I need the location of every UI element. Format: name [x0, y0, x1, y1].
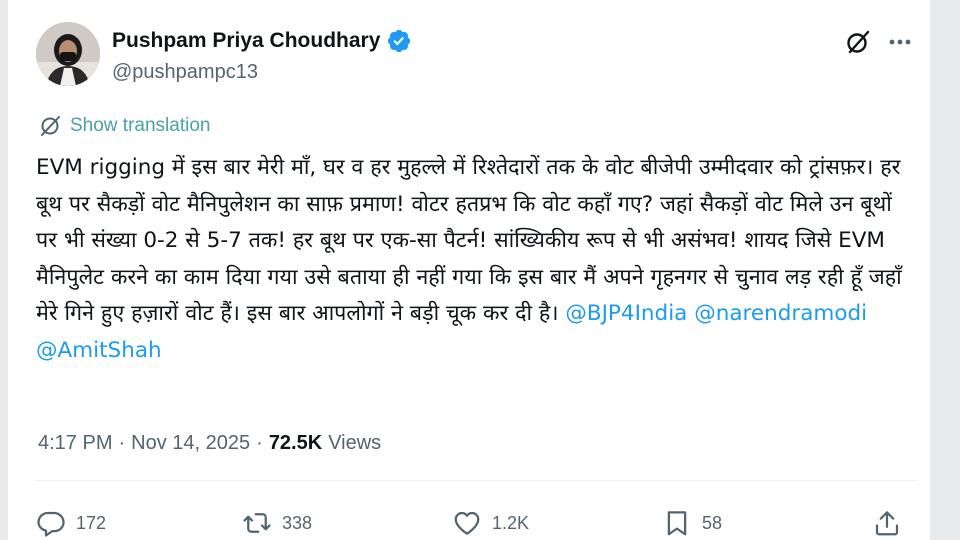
- tweet-text: EVM rigging में इस बार मेरी माँ, घर व हर…: [36, 150, 916, 370]
- repost-button[interactable]: 338: [242, 508, 312, 538]
- divider: [36, 480, 916, 481]
- tweet-date[interactable]: Nov 14, 2025: [131, 432, 250, 455]
- reply-count: 172: [76, 512, 107, 533]
- mention-amitshah[interactable]: @AmitShah: [36, 338, 162, 363]
- author-name[interactable]: Pushpam Priya Choudhary: [112, 29, 380, 53]
- mention-narendramodi[interactable]: @narendramodi: [694, 301, 867, 326]
- bookmark-count: 58: [702, 512, 723, 533]
- tweet-time[interactable]: 4:17 PM: [38, 432, 112, 455]
- avatar[interactable]: [36, 22, 100, 86]
- like-button[interactable]: 1.2K: [452, 508, 529, 538]
- reply-button[interactable]: 172: [36, 508, 106, 538]
- like-icon: [454, 511, 480, 535]
- more-icon[interactable]: [886, 28, 914, 56]
- share-button[interactable]: [872, 508, 902, 538]
- action-bar: 172 338 1.2K 58: [8, 500, 930, 540]
- bookmark-button[interactable]: 58: [662, 508, 722, 538]
- show-translation-link[interactable]: Show translation: [38, 114, 210, 138]
- verified-badge-icon: [388, 29, 411, 53]
- views-label: Views: [328, 432, 382, 454]
- meta-separator-2: ·: [256, 432, 263, 454]
- share-icon: [875, 511, 899, 536]
- author-row: Pushpam Priya Choudhary: [112, 28, 412, 54]
- repost-count: 338: [282, 512, 313, 533]
- show-translation-label: Show translation: [70, 115, 211, 136]
- tweet-card: Pushpam Priya Choudhary @pushpampc13 Sho…: [8, 0, 930, 540]
- reply-icon: [37, 511, 65, 537]
- like-count: 1.2K: [492, 512, 530, 533]
- grok-icon[interactable]: [844, 28, 872, 56]
- repost-icon: [243, 513, 271, 533]
- bookmark-icon: [667, 511, 687, 536]
- views-count: 72.5K: [268, 432, 323, 454]
- mention-bjp4india[interactable]: @BJP4India: [565, 301, 687, 326]
- translate-icon: [41, 116, 60, 136]
- tweet-meta: 4:17 PM · Nov 14, 2025 · 72.5K Views: [38, 432, 381, 455]
- author-handle[interactable]: @pushpampc13: [112, 61, 258, 84]
- meta-separator: ·: [118, 432, 126, 454]
